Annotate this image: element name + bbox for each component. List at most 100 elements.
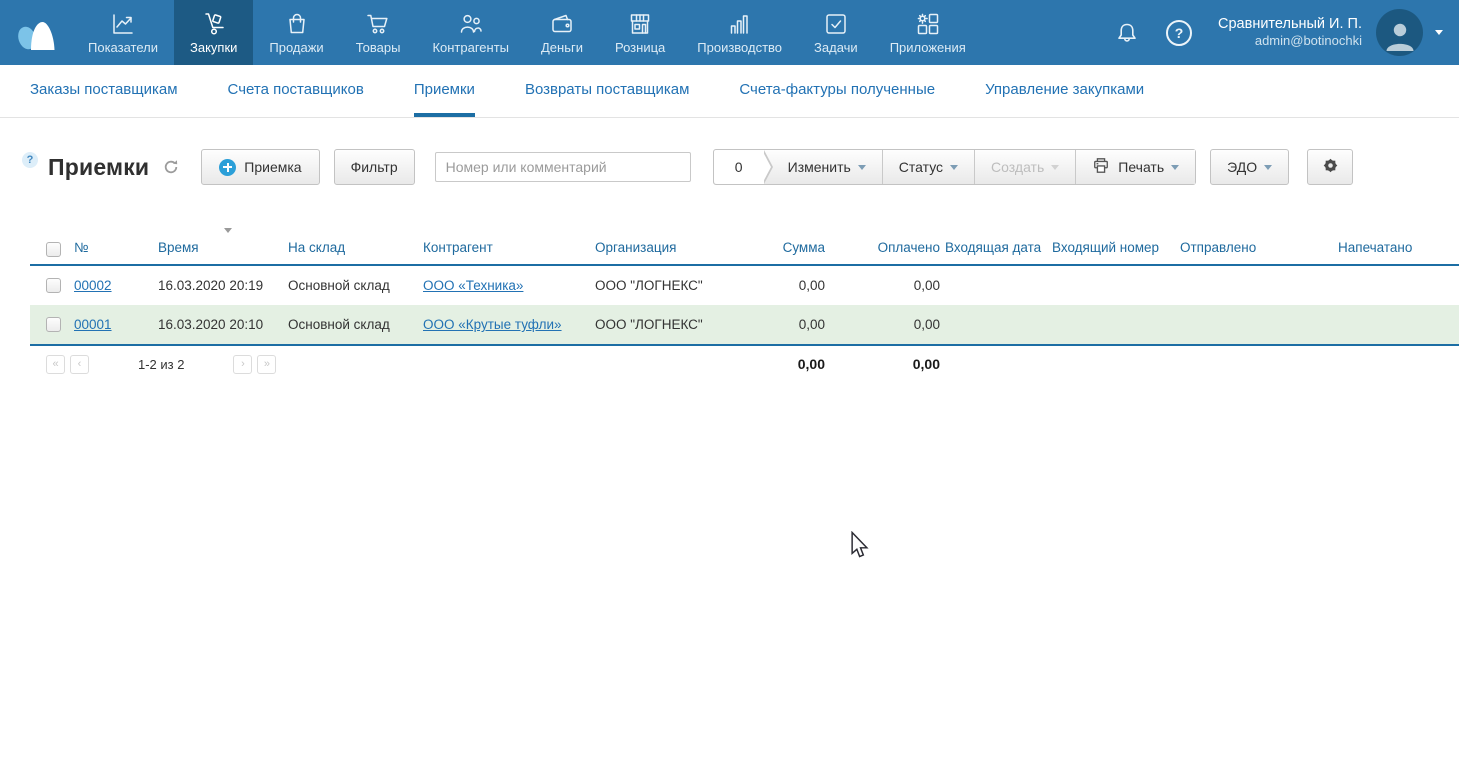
- tab-received-invoices[interactable]: Счета-фактуры полученные: [739, 65, 935, 117]
- select-all-checkbox[interactable]: [46, 242, 61, 257]
- chevron-down-icon: [858, 165, 866, 170]
- receipt-sum: 0,00: [740, 278, 855, 293]
- bar-chart-icon: [727, 11, 753, 37]
- person-icon: [1383, 19, 1417, 56]
- sort-desc-icon: [224, 228, 232, 233]
- next-page-button[interactable]: ›: [233, 355, 252, 374]
- nav-item-tasks[interactable]: Задачи: [798, 0, 874, 65]
- table-row[interactable]: 00002 16.03.2020 20:19 Основной склад ОО…: [30, 266, 1459, 305]
- mouse-cursor: [850, 531, 869, 564]
- receipt-number-link[interactable]: 00002: [74, 278, 112, 293]
- col-header-incoming-number[interactable]: Входящий номер: [1052, 240, 1180, 264]
- nav-item-production[interactable]: Производство: [681, 0, 798, 65]
- col-header-organization[interactable]: Организация: [595, 240, 740, 264]
- col-header-sum[interactable]: Сумма: [740, 240, 855, 264]
- user-menu[interactable]: Сравнительный И. П. admin@botinochki: [1218, 15, 1362, 51]
- table-header: № Время На склад Контрагент Организация …: [30, 228, 1459, 266]
- help-button[interactable]: ?: [1166, 20, 1192, 46]
- page-help-icon[interactable]: ?: [22, 152, 38, 168]
- chevron-down-icon[interactable]: [1435, 30, 1443, 35]
- top-navigation: Показатели Закупки Продажи Товары: [0, 0, 1459, 65]
- receipt-time: 16.03.2020 20:10: [158, 317, 288, 332]
- check-square-icon: [823, 11, 849, 37]
- col-header-incoming-date[interactable]: Входящая дата: [945, 240, 1052, 264]
- counterparty-link[interactable]: ООО «Крутые туфли»: [423, 317, 562, 332]
- selection-count: 0: [714, 150, 764, 184]
- pagination: « ‹ 1-2 из 2 › »: [30, 355, 740, 374]
- counterparty-link[interactable]: ООО «Техника»: [423, 278, 523, 293]
- chevron-down-icon: [1264, 165, 1272, 170]
- col-header-time[interactable]: Время: [158, 240, 288, 264]
- header-checkbox-cell: [30, 242, 74, 264]
- create-receipt-button[interactable]: Приемка: [201, 149, 319, 185]
- nav-item-label: Деньги: [541, 40, 583, 55]
- tab-supplier-orders[interactable]: Заказы поставщикам: [30, 65, 178, 117]
- chevron-down-icon: [1171, 165, 1179, 170]
- pagination-range: 1-2 из 2: [138, 357, 184, 372]
- user-name: Сравнительный И. П.: [1218, 15, 1362, 34]
- last-page-button[interactable]: »: [257, 355, 276, 374]
- selection-count-value: 0: [735, 159, 743, 175]
- topnav-right: ? Сравнительный И. П. admin@botinochki: [1114, 0, 1459, 65]
- row-checkbox[interactable]: [46, 317, 61, 332]
- first-page-button[interactable]: «: [46, 355, 65, 374]
- create-dropdown[interactable]: Создать: [974, 150, 1075, 184]
- notifications-button[interactable]: [1114, 20, 1140, 46]
- nav-item-sales[interactable]: Продажи: [253, 0, 339, 65]
- receipt-paid: 0,00: [855, 317, 945, 332]
- toolbar: ? Приемки Приемка Фильтр 0 Изменить Стат…: [0, 148, 1459, 186]
- avatar[interactable]: [1376, 9, 1423, 56]
- moysklad-logo-icon[interactable]: [0, 0, 72, 65]
- receipt-paid: 0,00: [855, 278, 945, 293]
- prev-page-button[interactable]: ‹: [70, 355, 89, 374]
- create-receipt-label: Приемка: [244, 159, 301, 175]
- col-header-counterparty[interactable]: Контрагент: [423, 240, 595, 264]
- printer-icon: [1092, 157, 1118, 177]
- nav-item-counterparties[interactable]: Контрагенты: [416, 0, 525, 65]
- nav-item-money[interactable]: Деньги: [525, 0, 599, 65]
- nav-item-indicators[interactable]: Показатели: [72, 0, 174, 65]
- people-icon: [458, 11, 484, 37]
- tab-receipts[interactable]: Приемки: [414, 65, 475, 117]
- settings-button[interactable]: [1307, 149, 1353, 185]
- chevron-down-icon: [950, 165, 958, 170]
- wallet-icon: [549, 11, 575, 37]
- nav-item-retail[interactable]: Розница: [599, 0, 681, 65]
- nav-item-label: Задачи: [814, 40, 858, 55]
- tab-supplier-invoices[interactable]: Счета поставщиков: [228, 65, 364, 117]
- nav-item-label: Розница: [615, 40, 665, 55]
- section-tabs: Заказы поставщикам Счета поставщиков При…: [0, 65, 1459, 118]
- nav-item-apps[interactable]: Приложения: [874, 0, 982, 65]
- print-dropdown[interactable]: Печать: [1075, 150, 1195, 184]
- nav-item-goods[interactable]: Товары: [340, 0, 417, 65]
- col-header-num[interactable]: №: [74, 240, 158, 264]
- receipt-warehouse: Основной склад: [288, 317, 423, 332]
- edit-dropdown[interactable]: Изменить: [764, 150, 882, 184]
- nav-item-label: Производство: [697, 40, 782, 55]
- receipt-number-link[interactable]: 00001: [74, 317, 112, 332]
- refresh-icon[interactable]: [163, 159, 179, 175]
- col-header-printed[interactable]: Напечатано: [1338, 240, 1459, 264]
- tab-supplier-returns[interactable]: Возвраты поставщикам: [525, 65, 689, 117]
- nav-item-purchases[interactable]: Закупки: [174, 0, 253, 65]
- shopping-cart-icon: [365, 11, 391, 37]
- actions-group: 0 Изменить Статус Создать Печать: [713, 149, 1197, 185]
- receipt-time: 16.03.2020 20:19: [158, 278, 288, 293]
- table-row[interactable]: 00001 16.03.2020 20:10 Основной склад ОО…: [30, 305, 1459, 344]
- hand-truck-icon: [201, 11, 227, 37]
- col-header-warehouse[interactable]: На склад: [288, 240, 423, 264]
- table-footer: « ‹ 1-2 из 2 › » 0,00 0,00: [30, 346, 1459, 382]
- table-body: 00002 16.03.2020 20:19 Основной склад ОО…: [30, 266, 1459, 346]
- col-header-sent[interactable]: Отправлено: [1180, 240, 1338, 264]
- filter-button[interactable]: Фильтр: [334, 149, 415, 185]
- user-email: admin@botinochki: [1218, 33, 1362, 50]
- receipt-organization: ООО "ЛОГНЕКС": [595, 278, 740, 293]
- status-dropdown[interactable]: Статус: [882, 150, 974, 184]
- search-input[interactable]: [435, 152, 691, 182]
- edo-dropdown[interactable]: ЭДО: [1210, 149, 1289, 185]
- tab-purchase-management[interactable]: Управление закупками: [985, 65, 1144, 117]
- line-chart-icon: [110, 11, 136, 37]
- row-checkbox[interactable]: [46, 278, 61, 293]
- nav-item-label: Приложения: [890, 40, 966, 55]
- col-header-paid[interactable]: Оплачено: [855, 240, 945, 264]
